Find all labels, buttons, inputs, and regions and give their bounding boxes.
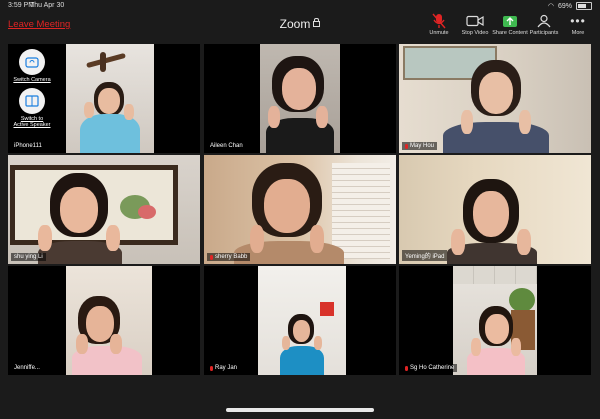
more-button[interactable]: ••• More — [558, 13, 598, 36]
window-blinds — [332, 163, 390, 259]
ios-status-bar: 3:59 PM Thu Apr 30 ◠ 69% — [0, 0, 600, 12]
video-camera-icon — [455, 13, 495, 29]
more-label: More — [571, 30, 585, 36]
switch-camera-button[interactable]: Switch Camera — [13, 49, 51, 83]
plant — [509, 288, 535, 312]
battery-percent: 69% — [557, 2, 572, 10]
ceiling-tiles — [453, 266, 537, 284]
stop-video-button[interactable]: Stop Video — [455, 13, 495, 36]
participant-name-tag: Sg Ho Catherine — [402, 364, 458, 372]
wall-sign — [320, 302, 334, 316]
switch-active-speaker-button[interactable]: Switch to Active Speaker — [13, 88, 51, 128]
participant-video — [260, 44, 340, 153]
participant-video — [453, 266, 537, 375]
participant-name: shu ying Li — [14, 254, 43, 260]
switch-camera-icon — [19, 49, 45, 75]
participant-name-tag: Yeming的 iPad — [402, 250, 448, 261]
video-tile-ray-jan[interactable]: Ray Jan — [204, 266, 396, 375]
mic-muted-icon — [210, 254, 213, 260]
stop-video-label: Stop Video — [461, 30, 489, 36]
active-speaker-icon — [19, 88, 45, 114]
video-tile-jenniffe[interactable]: Jenniffe... — [8, 266, 200, 375]
participant-video — [8, 155, 200, 264]
participant-name: Aileen Chan — [210, 143, 243, 149]
video-tile-sherry-babb[interactable]: sherry Babb — [204, 155, 396, 264]
unmute-button[interactable]: Unmute — [419, 13, 459, 36]
wifi-icon: ◠ — [547, 3, 554, 10]
mic-muted-icon — [405, 143, 408, 149]
video-tile-yeming-ipad[interactable]: Yeming的 iPad — [399, 155, 591, 264]
video-tile-may-hou[interactable]: May Hou — [399, 44, 591, 153]
status-right: ◠ 69% — [548, 2, 592, 10]
participant-name: Ray Jan — [215, 365, 238, 371]
participant-name: sherry Babb — [215, 254, 248, 260]
home-indicator[interactable] — [226, 408, 374, 412]
participant-video — [66, 266, 152, 375]
more-dots-icon: ••• — [570, 14, 586, 28]
video-tile-sg-ho-catherine[interactable]: Sg Ho Catherine — [399, 266, 591, 375]
participant-video — [258, 266, 346, 375]
participant-name-tag: sherry Babb — [207, 253, 251, 261]
participant-name-tag: Jenniffe... — [11, 364, 43, 372]
meeting-toolbar: Leave Meeting Zoom Unmute Stop Video Sha… — [0, 12, 600, 42]
status-date: Thu Apr 30 — [30, 2, 65, 9]
video-tile-iphone111[interactable]: Switch Camera Switch to Active Speaker i… — [8, 44, 200, 153]
participant-name-tag: shu ying Li — [11, 253, 46, 261]
participant-name-tag: Aileen Chan — [207, 142, 246, 150]
participant-name-tag: Ray Jan — [207, 364, 241, 372]
participant-name: iPhone111 — [14, 143, 42, 149]
unmute-label: Unmute — [429, 30, 449, 36]
participant-name: May Hou — [410, 143, 435, 149]
video-tile-shu-ying-li[interactable]: shu ying Li — [8, 155, 200, 264]
participant-name: Jenniffe... — [14, 365, 40, 371]
participant-name-tag: May Hou — [402, 142, 438, 150]
participant-video — [204, 155, 396, 264]
mic-muted-icon — [405, 365, 408, 371]
switch-speaker-label: Switch to Active Speaker — [13, 116, 51, 128]
battery-icon — [576, 2, 592, 10]
participant-video — [399, 44, 591, 153]
participant-name: Sg Ho Catherine — [410, 365, 455, 371]
mic-muted-icon — [419, 13, 459, 29]
participant-name-tag: iPhone111 — [11, 142, 45, 150]
mic-muted-icon — [210, 365, 213, 371]
switch-camera-label: Switch Camera — [13, 77, 51, 83]
participant-video — [399, 155, 591, 264]
meeting-title-text: Zoom — [279, 17, 311, 31]
participant-name: Yeming的 iPad — [405, 254, 445, 260]
ceiling-fan — [86, 50, 126, 72]
lock-icon — [313, 18, 321, 27]
video-tile-aileen-chan[interactable]: Aileen Chan — [204, 44, 396, 153]
participant-video — [66, 44, 154, 153]
